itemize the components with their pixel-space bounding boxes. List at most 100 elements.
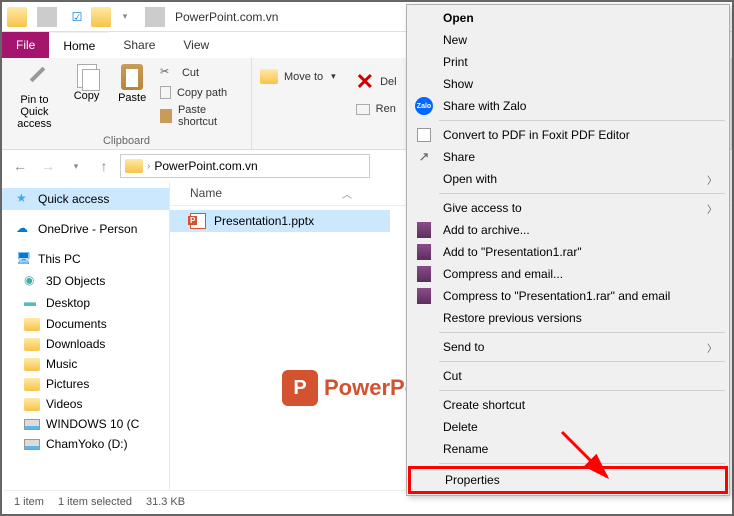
- sidebar-desktop[interactable]: ▬Desktop: [2, 292, 169, 314]
- menu-share-zalo[interactable]: ZaloShare with Zalo: [409, 95, 727, 117]
- tab-view[interactable]: View: [169, 32, 223, 58]
- app-folder-icon: [7, 7, 27, 27]
- sidebar-this-pc[interactable]: 🖥This PC: [2, 248, 169, 270]
- music-icon: [24, 358, 40, 371]
- status-size: 31.3 KB: [146, 496, 185, 508]
- pin-label: Pin to Quick access: [8, 94, 61, 130]
- pin-to-quick-access-button[interactable]: Pin to Quick access: [8, 62, 61, 130]
- cut-icon: ✂: [160, 65, 176, 81]
- documents-icon: [24, 318, 40, 331]
- copy-path-button[interactable]: Copy path: [158, 85, 245, 100]
- menu-new[interactable]: New: [409, 29, 727, 51]
- menu-print[interactable]: Print: [409, 51, 727, 73]
- submenu-arrow-icon: 〉: [707, 340, 717, 355]
- sidebar-downloads[interactable]: Downloads: [2, 334, 169, 354]
- rar-icon: [415, 265, 433, 283]
- status-item-count: 1 item: [14, 496, 44, 508]
- sidebar-pictures[interactable]: Pictures: [2, 374, 169, 394]
- sidebar-videos[interactable]: Videos: [2, 394, 169, 414]
- qat-folder-icon[interactable]: [91, 7, 111, 27]
- nav-up-button[interactable]: ↑: [92, 154, 116, 178]
- pin-icon: [15, 58, 55, 98]
- sidebar-music[interactable]: Music: [2, 354, 169, 374]
- desktop-icon: ▬: [24, 295, 40, 311]
- rar-icon: [415, 221, 433, 239]
- submenu-arrow-icon: 〉: [707, 172, 717, 187]
- drive-icon: [24, 419, 40, 430]
- rename-button[interactable]: Ren: [354, 102, 399, 116]
- menu-add-archive[interactable]: Add to archive...: [409, 219, 727, 241]
- file-row[interactable]: Presentation1.pptx: [170, 210, 390, 232]
- menu-open[interactable]: Open: [409, 7, 727, 29]
- rename-icon: [356, 104, 370, 115]
- cut-button[interactable]: ✂Cut: [158, 64, 245, 82]
- sidebar-quick-access[interactable]: ★Quick access: [2, 188, 169, 210]
- paste-button[interactable]: Paste: [112, 62, 152, 104]
- videos-icon: [24, 398, 40, 411]
- qat-dropdown-icon[interactable]: ▾: [115, 7, 135, 27]
- menu-share[interactable]: ↗Share: [409, 146, 727, 168]
- menu-add-rar[interactable]: Add to "Presentation1.rar": [409, 241, 727, 263]
- menu-properties[interactable]: Properties: [408, 466, 728, 494]
- qat-checkbox-icon[interactable]: ☑: [67, 7, 87, 27]
- sidebar-3d-objects[interactable]: ◉3D Objects: [2, 270, 169, 292]
- delete-button[interactable]: ✕Del: [354, 68, 399, 96]
- rar-icon: [415, 243, 433, 261]
- copy-icon: [77, 64, 97, 88]
- tab-share[interactable]: Share: [109, 32, 169, 58]
- menu-cut[interactable]: Cut: [409, 365, 727, 387]
- status-selected: 1 item selected: [58, 496, 132, 508]
- menu-rename[interactable]: Rename: [409, 438, 727, 460]
- menu-give-access[interactable]: Give access to〉: [409, 197, 727, 219]
- menu-compress-rar-email[interactable]: Compress to "Presentation1.rar" and emai…: [409, 285, 727, 307]
- share-icon: ↗: [415, 148, 433, 166]
- nav-forward-button[interactable]: →: [36, 154, 60, 178]
- menu-open-with[interactable]: Open with〉: [409, 168, 727, 190]
- clipboard-group-label: Clipboard: [8, 135, 245, 147]
- sidebar-chamyoko-drive[interactable]: ChamYoko (D:): [2, 434, 169, 454]
- pictures-icon: [24, 378, 40, 391]
- star-icon: ★: [16, 191, 32, 207]
- tab-home[interactable]: Home: [49, 32, 109, 58]
- file-name: Presentation1.pptx: [214, 214, 314, 228]
- menu-create-shortcut[interactable]: Create shortcut: [409, 394, 727, 416]
- copy-button[interactable]: Copy: [67, 62, 107, 102]
- breadcrumb-box[interactable]: › PowerPoint.com.vn: [120, 154, 370, 178]
- paste-shortcut-button[interactable]: Paste shortcut: [158, 103, 245, 129]
- cloud-icon: ☁: [16, 221, 32, 237]
- paste-label: Paste: [118, 92, 146, 104]
- drive-icon: [24, 439, 40, 450]
- rar-icon: [415, 287, 433, 305]
- sort-indicator-icon: ︿: [342, 186, 352, 201]
- menu-send-to[interactable]: Send to〉: [409, 336, 727, 358]
- breadcrumb-folder-icon: [125, 159, 143, 173]
- sidebar-onedrive[interactable]: ☁OneDrive - Person: [2, 218, 169, 240]
- context-menu: Open New Print Show ZaloShare with Zalo …: [406, 4, 730, 496]
- menu-show[interactable]: Show: [409, 73, 727, 95]
- navigation-pane: ★Quick access ☁OneDrive - Person 🖥This P…: [2, 182, 170, 490]
- submenu-arrow-icon: 〉: [707, 201, 717, 216]
- tab-file[interactable]: File: [2, 32, 49, 58]
- downloads-icon: [24, 338, 40, 351]
- sidebar-windows10-drive[interactable]: WINDOWS 10 (C: [2, 414, 169, 434]
- copy-label: Copy: [74, 90, 100, 102]
- move-to-button[interactable]: Move to▾: [258, 68, 338, 85]
- window-title: PowerPoint.com.vn: [175, 10, 278, 24]
- chevron-icon[interactable]: ›: [147, 161, 150, 172]
- paste-icon: [121, 64, 143, 90]
- pc-icon: 🖥: [16, 251, 32, 267]
- menu-compress-email[interactable]: Compress and email...: [409, 263, 727, 285]
- nav-back-button[interactable]: ←: [8, 154, 32, 178]
- column-name[interactable]: Name: [190, 186, 222, 201]
- zalo-icon: Zalo: [415, 97, 433, 115]
- menu-foxit-pdf[interactable]: Convert to PDF in Foxit PDF Editor: [409, 124, 727, 146]
- sidebar-documents[interactable]: Documents: [2, 314, 169, 334]
- nav-recent-dropdown[interactable]: ▾: [64, 154, 88, 178]
- foxit-icon: [415, 126, 433, 144]
- menu-delete[interactable]: Delete: [409, 416, 727, 438]
- menu-restore-versions[interactable]: Restore previous versions: [409, 307, 727, 329]
- move-to-icon: [260, 69, 278, 84]
- delete-icon: ✕: [356, 69, 374, 95]
- breadcrumb-folder[interactable]: PowerPoint.com.vn: [154, 159, 257, 173]
- copy-path-icon: [160, 86, 171, 99]
